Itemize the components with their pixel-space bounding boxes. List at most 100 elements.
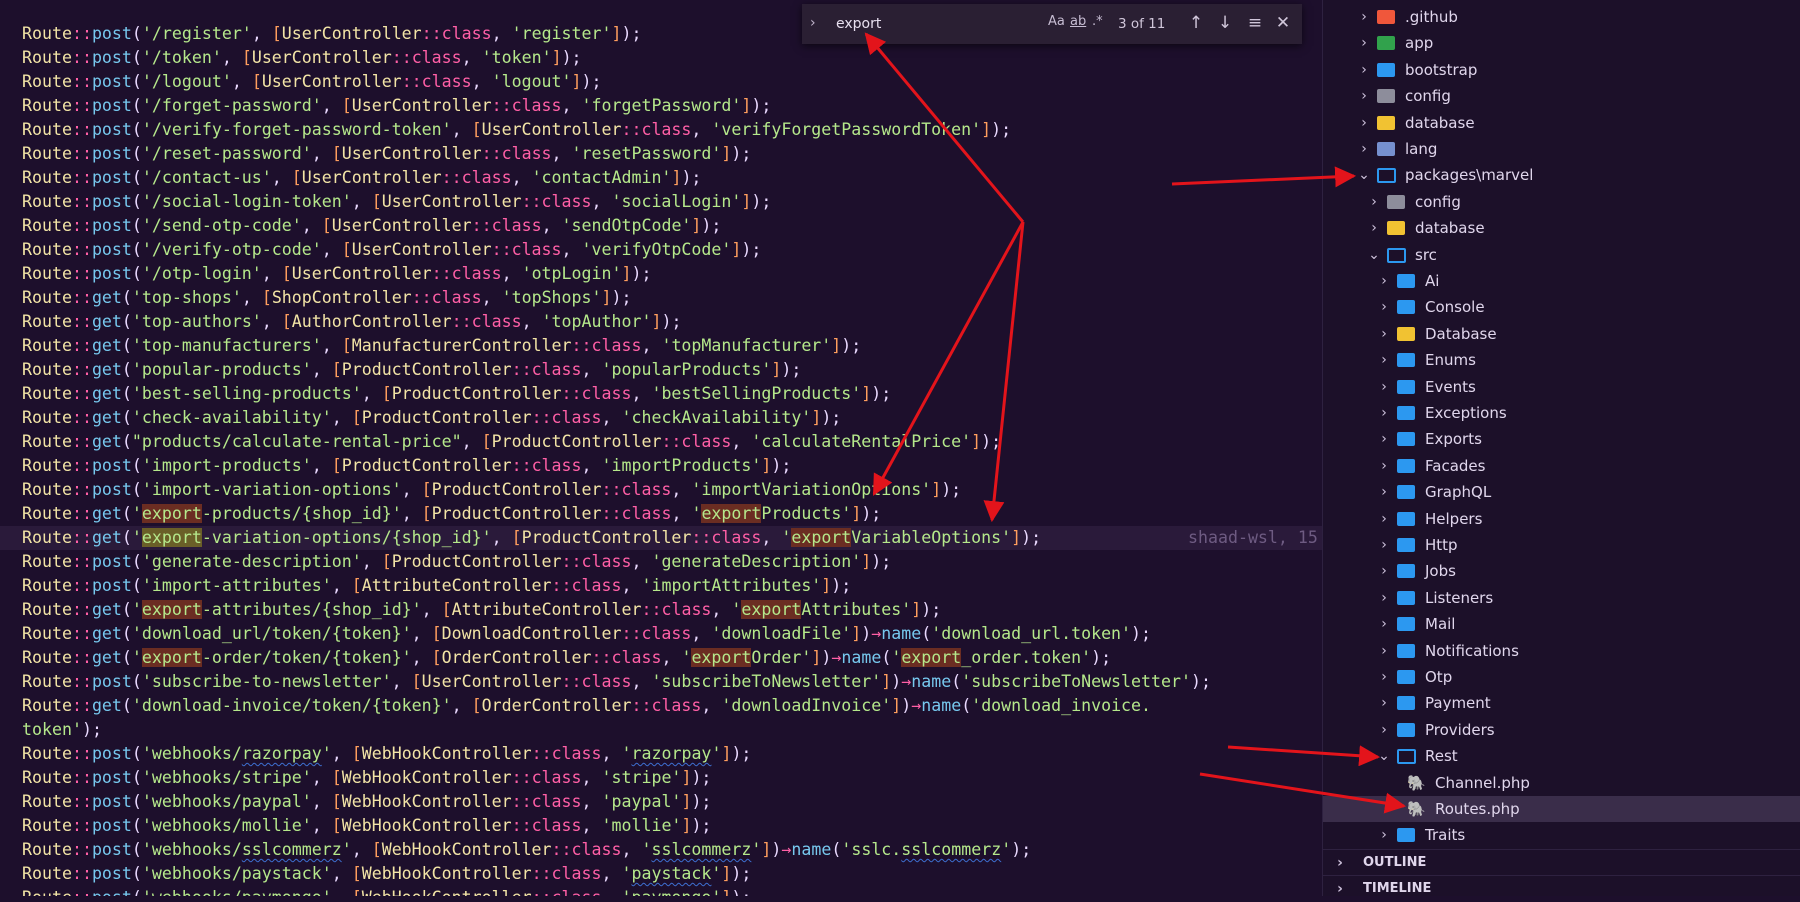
tree-item[interactable]: › Providers xyxy=(1323,717,1800,743)
code-line[interactable]: Route::get('export-attributes/{shop_id}'… xyxy=(22,598,941,622)
code-line[interactable]: Route::post('webhooks/paymongo', [WebHoo… xyxy=(22,886,751,896)
code-token: Route xyxy=(22,624,72,643)
code-token: ProductController xyxy=(361,408,532,427)
tree-item[interactable]: › Helpers xyxy=(1323,506,1800,532)
tree-item[interactable]: › Listeners xyxy=(1323,585,1800,611)
tree-item[interactable]: › Exceptions xyxy=(1323,400,1800,426)
chevron-right-icon: › xyxy=(1381,537,1387,553)
previous-match-arrow-up-icon[interactable]: ↑ xyxy=(1184,11,1208,35)
code-line[interactable]: Route::post('generate-description', [Pro… xyxy=(22,550,891,574)
toggle-replace-chevron-icon[interactable]: › xyxy=(810,15,824,33)
code-line[interactable]: Route::post('webhooks/stripe', [WebHookC… xyxy=(22,766,711,790)
code-line[interactable]: Route::post('import-variation-options', … xyxy=(22,478,961,502)
code-line[interactable]: Route::post('webhooks/mollie', [WebHookC… xyxy=(22,814,711,838)
code-token: :: xyxy=(531,864,552,883)
code-line[interactable]: token'); xyxy=(22,718,102,742)
tree-item[interactable]: ⌄ packages\marvel xyxy=(1323,162,1800,188)
tree-item[interactable]: › app xyxy=(1323,30,1800,56)
tree-item[interactable]: › Mail xyxy=(1323,611,1800,637)
tree-item[interactable]: › Http xyxy=(1323,532,1800,558)
tree-item[interactable]: › database xyxy=(1323,110,1800,136)
tree-item[interactable]: › Events xyxy=(1323,374,1800,400)
code-token: ( xyxy=(131,744,142,763)
code-line[interactable]: Route::post('webhooks/sslcommerz', [WebH… xyxy=(22,838,1031,862)
tree-item[interactable]: › Payment xyxy=(1323,690,1800,716)
code-line[interactable]: Route::post('/reset-password', [UserCont… xyxy=(22,142,751,166)
tree-item[interactable]: 🐘 Channel.php xyxy=(1323,770,1800,796)
code-line[interactable]: Route::post('/send-otp-code', [UserContr… xyxy=(22,214,721,238)
tree-item[interactable]: › .github xyxy=(1323,4,1800,30)
code-token: ( xyxy=(131,168,142,187)
tree-item[interactable]: ⌄ Rest xyxy=(1323,743,1800,769)
code-line[interactable]: Route::post('/social-login-token', [User… xyxy=(22,190,771,214)
tree-item-label: Traits xyxy=(1425,826,1466,845)
tree-item[interactable]: › database xyxy=(1323,215,1800,241)
code-token: , xyxy=(251,24,272,43)
tree-item[interactable]: › Enums xyxy=(1323,347,1800,373)
code-line[interactable]: Route::get('best-selling-products', [Pro… xyxy=(22,382,891,406)
tree-item[interactable]: 🐘 Routes.php xyxy=(1323,796,1800,822)
match-case-button[interactable]: Aa xyxy=(1048,14,1065,29)
code-line[interactable]: Route::post('/otp-login', [UserControlle… xyxy=(22,262,651,286)
code-line[interactable]: Route::post('/register', [UserController… xyxy=(22,22,641,46)
find-in-selection-icon[interactable]: ≡ xyxy=(1243,11,1267,35)
code-token: :: xyxy=(71,72,92,91)
code-token: ProductController xyxy=(341,456,512,475)
tree-item[interactable]: › Traits xyxy=(1323,822,1800,848)
code-token: 'webhooks/mollie' xyxy=(141,816,312,835)
tree-item[interactable]: › config xyxy=(1323,83,1800,109)
close-find-icon[interactable]: ✕ xyxy=(1271,11,1295,35)
code-line[interactable]: Route::post('webhooks/paystack', [WebHoo… xyxy=(22,862,751,886)
code-line[interactable]: Route::post('/forget-password', [UserCon… xyxy=(22,94,771,118)
code-line[interactable]: Route::get('download-invoice/token/{toke… xyxy=(22,694,1151,718)
code-line[interactable]: Route::get('export-order/token/{token}',… xyxy=(22,646,1111,670)
code-line[interactable]: Route::get('top-shops', [ShopController:… xyxy=(22,286,632,310)
code-line[interactable]: Route::post('import-products', [ProductC… xyxy=(22,454,791,478)
tree-item[interactable]: › Notifications xyxy=(1323,638,1800,664)
code-line[interactable]: Route::get("products/calculate-rental-pr… xyxy=(22,430,1001,454)
code-line[interactable]: Route::get('top-manufacturers', [Manufac… xyxy=(22,334,861,358)
timeline-section-header[interactable]: › TIMELINE xyxy=(1323,875,1800,902)
tree-item[interactable]: › config xyxy=(1323,189,1800,215)
code-line[interactable]: Route::post('webhooks/razorpay', [WebHoo… xyxy=(22,742,751,766)
code-line[interactable]: Route::post('webhooks/paypal', [WebHookC… xyxy=(22,790,711,814)
code-line[interactable]: Route::post('/token', [UserController::c… xyxy=(22,46,582,70)
code-line[interactable]: Route::get('check-availability', [Produc… xyxy=(22,406,841,430)
tree-item[interactable]: ⌄ src xyxy=(1323,242,1800,268)
tree-item-label: database xyxy=(1415,219,1485,238)
whole-word-button[interactable]: ab xyxy=(1070,14,1086,29)
next-match-arrow-down-icon[interactable]: ↓ xyxy=(1213,11,1237,35)
code-token: , xyxy=(261,264,282,283)
tree-item[interactable]: › lang xyxy=(1323,136,1800,162)
code-line[interactable]: Route::get('export-products/{shop_id}', … xyxy=(22,502,881,526)
code-line[interactable]: Route::post('import-attributes', [Attrib… xyxy=(22,574,851,598)
regex-button[interactable]: .* xyxy=(1092,14,1103,29)
tree-item[interactable]: › Otp xyxy=(1323,664,1800,690)
code-token: :: xyxy=(471,216,492,235)
code-line[interactable]: Route::get('popular-products', [ProductC… xyxy=(22,358,801,382)
outline-section-header[interactable]: › OUTLINE xyxy=(1323,849,1800,876)
code-token: '/social-login-token' xyxy=(141,192,352,211)
tree-item[interactable]: › Console xyxy=(1323,294,1800,320)
code-line[interactable]: Route::post('/verify-otp-code', [UserCon… xyxy=(22,238,761,262)
code-line[interactable]: Route::post('subscribe-to-newsletter', [… xyxy=(22,670,1211,694)
tree-item[interactable]: › Database xyxy=(1323,321,1800,347)
code-line[interactable]: Route::post('/verify-forget-password-tok… xyxy=(22,118,1011,142)
code-line[interactable]: Route::post('/logout', [UserController::… xyxy=(22,70,602,94)
code-token: sslcommerz xyxy=(901,840,1002,859)
code-token: class xyxy=(621,504,672,523)
tree-item[interactable]: › GraphQL xyxy=(1323,479,1800,505)
code-line[interactable]: Route::get('export-variation-options/{sh… xyxy=(22,526,1041,550)
tree-item[interactable]: › Jobs xyxy=(1323,558,1800,584)
code-line[interactable]: Route::post('/contact-us', [UserControll… xyxy=(22,166,701,190)
tree-item[interactable]: › Facades xyxy=(1323,453,1800,479)
code-token: ProductController xyxy=(521,528,692,547)
tree-item[interactable]: › Ai xyxy=(1323,268,1800,294)
code-editor[interactable]: Route::post('/register', [UserController… xyxy=(0,0,1322,896)
chevron-right-icon: › xyxy=(1361,9,1367,25)
code-line[interactable]: Route::get('download_url/token/{token}',… xyxy=(22,622,1151,646)
code-token: Route xyxy=(22,504,72,523)
tree-item[interactable]: › Exports xyxy=(1323,426,1800,452)
tree-item[interactable]: › bootstrap xyxy=(1323,57,1800,83)
code-line[interactable]: Route::get('top-authors', [AuthorControl… xyxy=(22,310,681,334)
